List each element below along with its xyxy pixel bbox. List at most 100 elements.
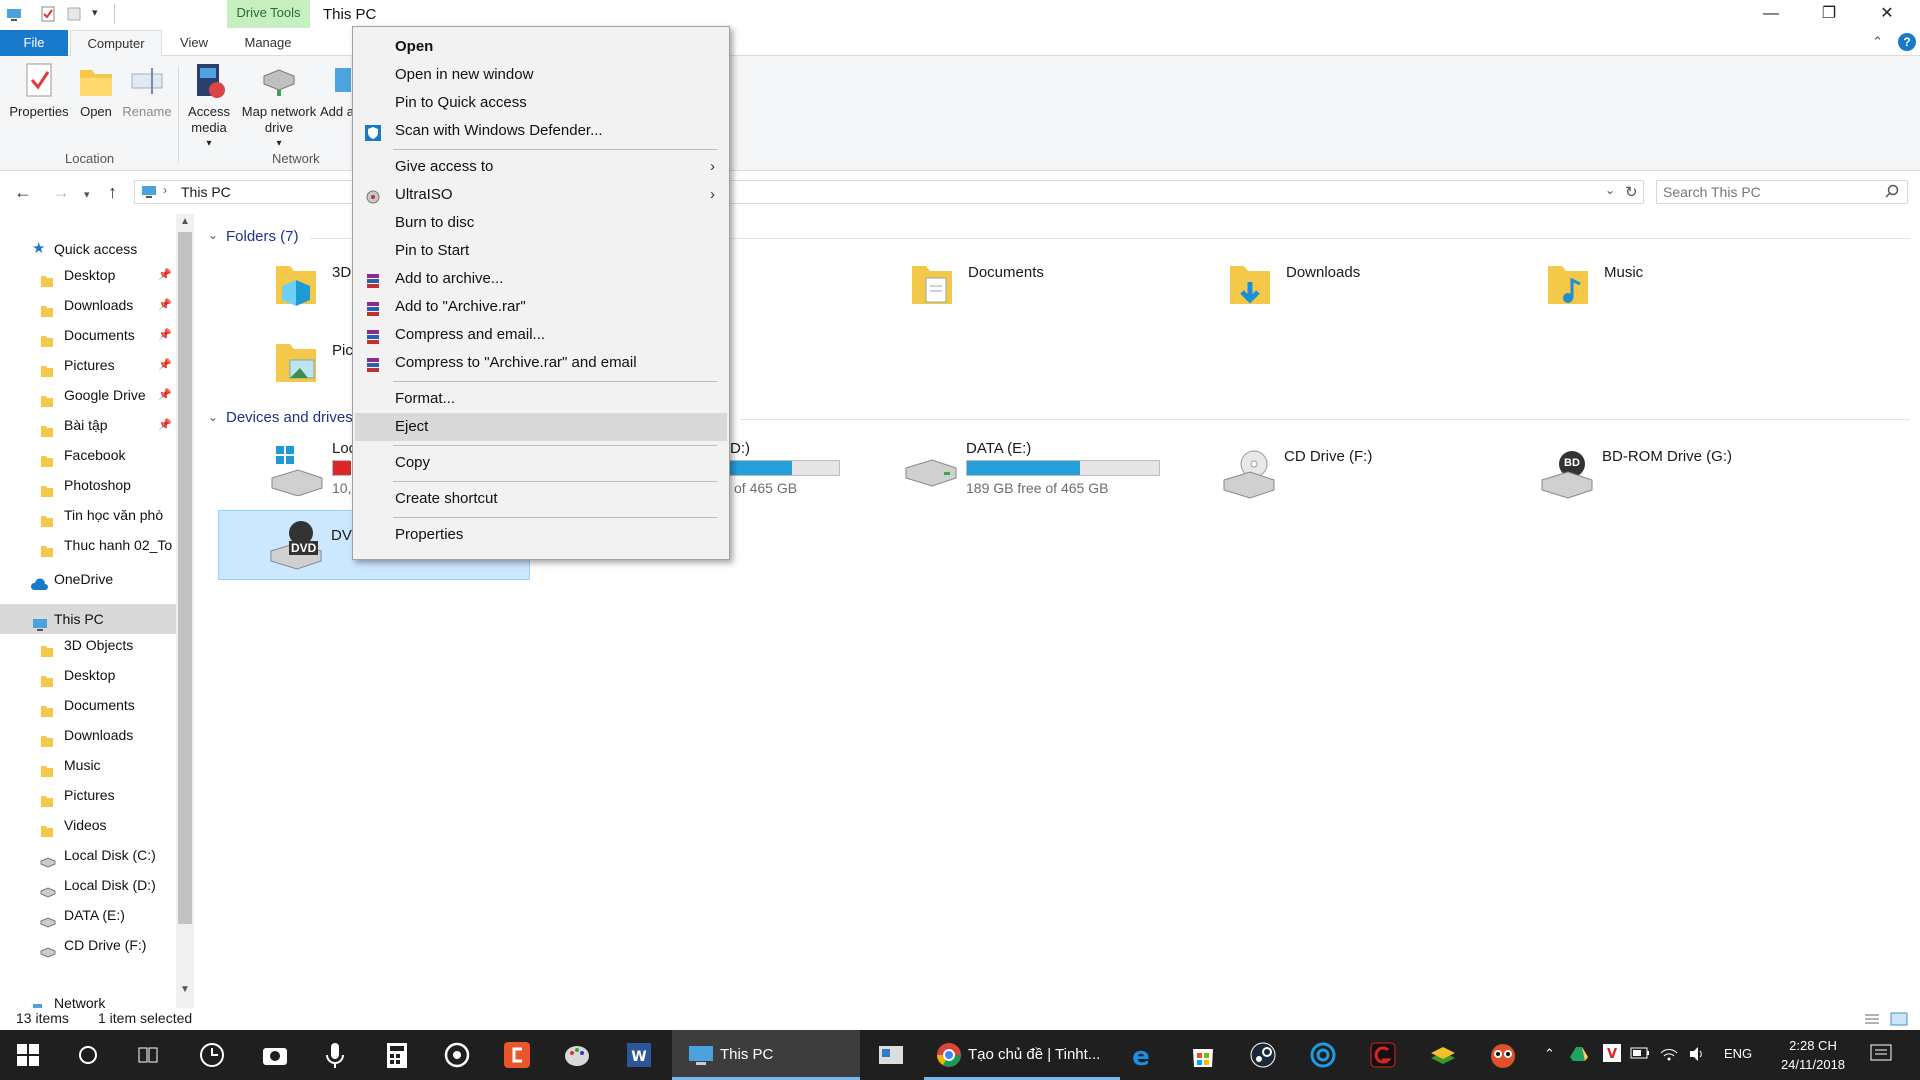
nav-quick-item[interactable]: Tin học văn phò xyxy=(0,500,176,530)
calculator-icon[interactable] xyxy=(382,1040,412,1070)
tab-view[interactable]: View xyxy=(170,30,218,56)
search-input[interactable]: Search This PC xyxy=(1656,180,1908,204)
menu-item-eject[interactable]: Eject xyxy=(355,413,727,441)
properties-button[interactable]: Properties xyxy=(6,62,72,120)
forward-arrow-icon[interactable]: → xyxy=(52,182,70,203)
nav-pc-item[interactable]: Local Disk (C:) xyxy=(0,840,176,870)
nav-quick-item[interactable]: Google Drive 📌 xyxy=(0,380,176,410)
word-icon[interactable]: W xyxy=(624,1040,654,1070)
google-drive-tray-icon[interactable] xyxy=(1570,1046,1588,1065)
clock[interactable]: 2:28 CH 24/11/2018 xyxy=(1768,1036,1858,1074)
menu-item-compress-email[interactable]: Compress and email... xyxy=(353,321,729,349)
drive-tile-cd-drive-f[interactable]: CD Drive (F:) xyxy=(1222,448,1482,508)
menu-item-format[interactable]: Format... xyxy=(353,385,729,413)
back-arrow-icon[interactable]: ← xyxy=(14,182,32,203)
task-view-icon[interactable] xyxy=(136,1043,166,1073)
nav-quick-item[interactable]: Thuc hanh 02_To xyxy=(0,530,176,560)
pin-icon[interactable]: 📌 xyxy=(158,290,172,320)
customize-quick-access-chevron-icon[interactable]: ▾ xyxy=(92,6,98,19)
paint-palette-icon[interactable] xyxy=(562,1040,592,1070)
volume-icon[interactable] xyxy=(1688,1046,1706,1065)
nav-onedrive[interactable]: OneDrive xyxy=(0,564,176,594)
nav-pc-item[interactable]: Videos xyxy=(0,810,176,840)
folders-section-header[interactable]: Folders (7) xyxy=(226,228,299,245)
menu-item-pin-quick-access[interactable]: Pin to Quick access xyxy=(353,89,729,117)
folder-tile-downloads[interactable]: Downloads xyxy=(1228,260,1428,324)
pin-icon[interactable]: 📌 xyxy=(158,320,172,350)
minimize-button[interactable]: — xyxy=(1742,0,1800,30)
store-icon[interactable] xyxy=(1188,1040,1218,1070)
edge-icon[interactable]: e xyxy=(1126,1040,1156,1072)
menu-item-open[interactable]: Open xyxy=(353,33,729,61)
menu-item-burn-to-disc[interactable]: Burn to disc xyxy=(353,209,729,237)
recent-locations-chevron-icon[interactable]: ▾ xyxy=(84,188,90,201)
pin-icon[interactable]: 📌 xyxy=(158,380,172,410)
folder-tile-music[interactable]: Music xyxy=(1546,260,1746,324)
camera-icon[interactable] xyxy=(260,1040,290,1070)
properties-quick-icon[interactable] xyxy=(40,6,56,22)
battery-icon[interactable] xyxy=(1630,1046,1650,1063)
input-language[interactable]: ENG xyxy=(1724,1046,1752,1061)
folder-tile-3d-objects[interactable]: 3D xyxy=(274,260,354,324)
drive-tile-local-disk-d[interactable]: D:) of 465 GB xyxy=(720,440,850,504)
up-arrow-icon[interactable]: ↑ xyxy=(108,182,117,203)
nav-pc-item[interactable]: 3D Objects xyxy=(0,630,176,660)
scroll-up-chevron-icon[interactable]: ▲ xyxy=(180,216,190,227)
folder-tile-documents[interactable]: Documents xyxy=(910,260,1110,324)
uplay-icon[interactable] xyxy=(1308,1040,1338,1070)
tab-manage[interactable]: Manage xyxy=(228,30,308,56)
menu-item-copy[interactable]: Copy xyxy=(353,449,729,477)
breadcrumb-chevron-icon[interactable]: › xyxy=(163,183,167,197)
menu-item-create-shortcut[interactable]: Create shortcut xyxy=(353,485,729,513)
owl-app-icon[interactable] xyxy=(1488,1040,1518,1070)
menu-item-add-to-archive-rar[interactable]: Add to "Archive.rar" xyxy=(353,293,729,321)
scroll-down-chevron-icon[interactable]: ▼ xyxy=(180,984,190,995)
map-network-drive-button[interactable]: Map network drive ▾ xyxy=(236,62,322,152)
nav-quick-item[interactable]: Downloads 📌 xyxy=(0,290,176,320)
menu-item-pin-to-start[interactable]: Pin to Start xyxy=(353,237,729,265)
pin-icon[interactable]: 📌 xyxy=(158,410,172,440)
nav-pc-item[interactable]: CD Drive (F:) xyxy=(0,930,176,960)
menu-item-properties[interactable]: Properties xyxy=(353,521,729,549)
pin-icon[interactable]: 📌 xyxy=(158,260,172,290)
menu-item-open-new-window[interactable]: Open in new window xyxy=(353,61,729,89)
open-button[interactable]: Open xyxy=(74,62,118,120)
menu-item-add-to-archive[interactable]: Add to archive... xyxy=(353,265,729,293)
menu-item-compress-rar-email[interactable]: Compress to "Archive.rar" and email xyxy=(353,349,729,377)
maximize-button[interactable]: ❐ xyxy=(1800,0,1858,30)
vietkey-tray-icon[interactable]: V xyxy=(1602,1043,1622,1066)
nav-quick-item[interactable]: Documents 📌 xyxy=(0,320,176,350)
nav-pc-item[interactable]: DATA (E:) xyxy=(0,900,176,930)
help-icon[interactable]: ? xyxy=(1898,33,1916,51)
details-view-icon[interactable] xyxy=(1864,1012,1880,1029)
folder-tile-pictures[interactable]: Pic xyxy=(274,338,354,402)
tab-file[interactable]: File xyxy=(0,30,68,56)
devices-collapse-chevron-icon[interactable]: ⌄ xyxy=(208,410,218,424)
menu-item-give-access[interactable]: Give access to › xyxy=(353,153,729,181)
search-cortana-icon[interactable] xyxy=(76,1043,106,1073)
wifi-icon[interactable] xyxy=(1660,1046,1678,1065)
refresh-icon[interactable]: ↻ xyxy=(1625,183,1638,201)
nav-quick-item[interactable]: Bài tập 📌 xyxy=(0,410,176,440)
snipping-clock-icon[interactable] xyxy=(198,1040,228,1070)
drive-tile-bd-rom-g[interactable]: BD BD-ROM Drive (G:) xyxy=(1540,448,1800,508)
nav-pc-item[interactable]: Documents xyxy=(0,690,176,720)
outlook-card-icon[interactable] xyxy=(876,1040,906,1070)
nav-pc-item[interactable]: Local Disk (D:) xyxy=(0,870,176,900)
menu-item-scan-defender[interactable]: Scan with Windows Defender... xyxy=(353,117,729,145)
nav-quick-item[interactable]: Facebook xyxy=(0,440,176,470)
large-icons-view-icon[interactable] xyxy=(1890,1012,1908,1029)
nav-quick-item[interactable]: Desktop 📌 xyxy=(0,260,176,290)
this-pc-icon[interactable] xyxy=(6,6,22,22)
media-player-icon[interactable] xyxy=(442,1040,472,1070)
rename-button[interactable]: Rename xyxy=(120,62,174,120)
pin-icon[interactable]: 📌 xyxy=(158,350,172,380)
access-media-button[interactable]: Access media ▾ xyxy=(186,62,232,152)
steam-icon[interactable] xyxy=(1248,1040,1278,1070)
action-center-icon[interactable] xyxy=(1870,1044,1892,1067)
voice-recorder-icon[interactable] xyxy=(320,1040,350,1070)
nav-pc-item[interactable]: Desktop xyxy=(0,660,176,690)
menu-item-ultraiso[interactable]: UltraISO › xyxy=(353,181,729,209)
close-button[interactable]: ✕ xyxy=(1858,0,1916,30)
devices-section-header[interactable]: Devices and drives xyxy=(226,409,353,426)
